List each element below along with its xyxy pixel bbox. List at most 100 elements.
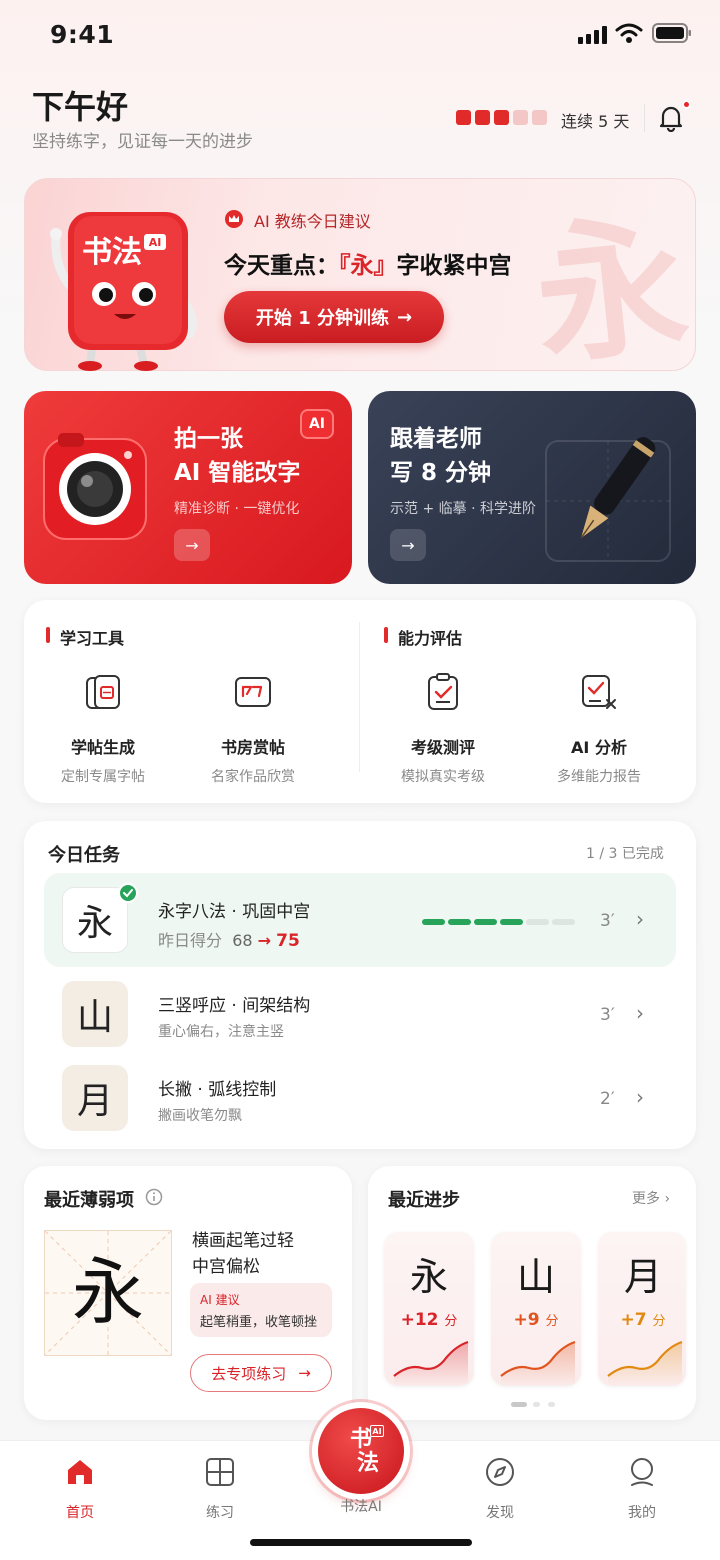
task-minutes: 3′ [600,911,615,931]
tool-ai-analysis[interactable]: AI 分析 多维能力报告 [524,672,674,786]
greeting-subtitle: 坚持练字，见证每一天的进步 [32,132,253,152]
status-time: 9:41 [50,20,115,49]
bell-icon[interactable] [658,104,684,132]
coach-tag: AI 教练今日建议 [254,212,371,231]
section-title: 能力评估 [384,625,462,649]
section-title: 最近薄弱项 [44,1190,134,1211]
task-desc: 撇画收笔勿飘 [158,1108,242,1124]
progress-segment [422,919,445,925]
page-dot [533,1402,540,1407]
feature-subtitle: 示范 + 临摹 · 科学进阶 [390,501,536,517]
progress-character: 月 [623,1255,662,1299]
crown-icon [225,210,243,228]
tools-panel: 学习工具 能力评估 学帖生成 定制专属字帖 书房赏帖 名家作品欣赏 考级测评 模… [24,600,696,803]
feature-title-line1: 跟着老师 [390,426,482,452]
practice-grid: 永 [44,1230,172,1356]
page-dot [548,1402,555,1407]
tool-name: AI 分析 [571,738,627,757]
tool-exam[interactable]: 考级测评 模拟真实考级 [368,672,518,786]
tab-ai[interactable]: 书法AI [311,1496,411,1516]
tab-discover[interactable]: 发现 [450,1456,550,1522]
coach-suggestion: 今天重点：『永』字收紧中宫 [224,253,512,279]
profile-icon [631,1458,653,1486]
tool-desc: 多维能力报告 [557,769,641,785]
progress-segment [526,919,549,925]
greeting: 下午好 [32,88,129,126]
tool-copybook[interactable]: 学帖生成 定制专属字帖 [28,672,178,786]
ai-suggestion-text: 起笔稍重，收笔顿挫 [200,1315,318,1330]
feature-title-line1: 拍一张 [174,426,243,452]
calligraphy-ai-button[interactable]: 书法 [318,1408,404,1494]
divider [644,104,645,132]
signal-icon [578,26,607,44]
task-row[interactable]: 月 长撇 · 弧线控制 撇画收笔勿飘 2′ › [44,1051,676,1145]
tool-name: 学帖生成 [70,738,135,757]
arrow-right-icon[interactable]: → [390,529,426,561]
section-title: 今日任务 [48,845,120,866]
feature-title-line2: 写 8 分钟 [390,460,492,486]
task-row[interactable]: 山 三竖呼应 · 间架结构 重心偏右，注意主竖 3′ › [44,967,676,1061]
progress-segment [448,919,471,925]
notification-dot [682,100,691,109]
tab-profile[interactable]: 我的 [592,1456,692,1522]
tab-label: 首页 [66,1505,94,1521]
tool-desc: 名家作品欣赏 [211,769,295,785]
tab-label: 发现 [486,1505,514,1521]
page-dot-active [511,1402,527,1407]
chevron-right-icon[interactable]: › [636,1001,644,1025]
exam-icon [428,673,458,710]
special-practice-button[interactable]: 去专项练习 → [190,1354,332,1392]
streak-day [532,110,547,125]
daily-tasks-panel: 今日任务 1 / 3 已完成 永 永字八法 · 巩固中宫 昨日得分 68 → 7… [24,821,696,1149]
tab-practice[interactable]: 练习 [170,1456,270,1522]
task-row[interactable]: 永 永字八法 · 巩固中宫 昨日得分 68 → 75 3′ › [44,873,676,967]
ai-badge: AI [370,1425,384,1437]
tab-home[interactable]: 首页 [30,1456,130,1522]
progress-segment [552,919,575,925]
streak-text: 连续 5 天 [561,112,630,131]
task-progress: 1 / 3 已完成 [586,846,664,862]
teacher-practice-card[interactable]: 跟着老师 写 8 分钟 示范 + 临摹 · 科学进阶 → [368,391,696,584]
info-icon[interactable] [145,1188,163,1206]
pen-icon [545,437,671,562]
mascot-label: 书法 [82,235,142,270]
battery-icon [652,23,691,43]
status-bar: 9:41 [0,0,720,72]
practice-grid-icon [206,1458,234,1486]
ai-badge: AI [300,409,334,439]
progress-score: +9 分 [513,1310,559,1330]
tool-desc: 定制专属字帖 [61,769,145,785]
progress-score: +7 分 [620,1310,666,1330]
section-title: 最近进步 [388,1190,460,1211]
task-character: 山 [62,981,128,1047]
progress-card[interactable]: 月 +7 分 [598,1232,686,1386]
mascot-illustration: AI 书法 [50,212,197,371]
trend-sparkline [500,1340,576,1386]
mascot-badge: AI [149,236,162,249]
chevron-right-icon[interactable]: › [636,907,644,931]
start-training-button[interactable]: 开始 1 分钟训练 → [224,291,444,343]
arrow-right-icon[interactable]: → [174,529,210,561]
trend-sparkline [607,1340,683,1386]
more-link[interactable]: 更多 › [632,1188,670,1208]
compass-icon [486,1458,514,1486]
home-icon [68,1460,92,1484]
task-name: 长撇 · 弧线控制 [158,1080,277,1100]
feature-subtitle: 精准诊断 · 一键优化 [174,501,300,517]
analysis-icon [582,675,616,709]
background-character: 永 [527,195,696,387]
tool-gallery[interactable]: 书房赏帖 名家作品欣赏 [178,672,328,786]
section-title: 学习工具 [46,625,124,649]
tab-label: 练习 [206,1505,234,1521]
progress-character: 山 [516,1255,555,1299]
trend-sparkline [393,1340,469,1386]
tab-label: 我的 [628,1505,656,1521]
task-name: 永字八法 · 巩固中宫 [158,902,311,922]
task-minutes: 3′ [600,1005,615,1025]
progress-card[interactable]: 山 +9 分 [491,1232,581,1386]
arrow-right-icon: → [298,1364,311,1382]
chevron-right-icon[interactable]: › [636,1085,644,1109]
tab-label: 书法AI [340,1499,382,1515]
streak-day [456,110,471,125]
progress-card[interactable]: 永 +12 分 [384,1232,474,1386]
